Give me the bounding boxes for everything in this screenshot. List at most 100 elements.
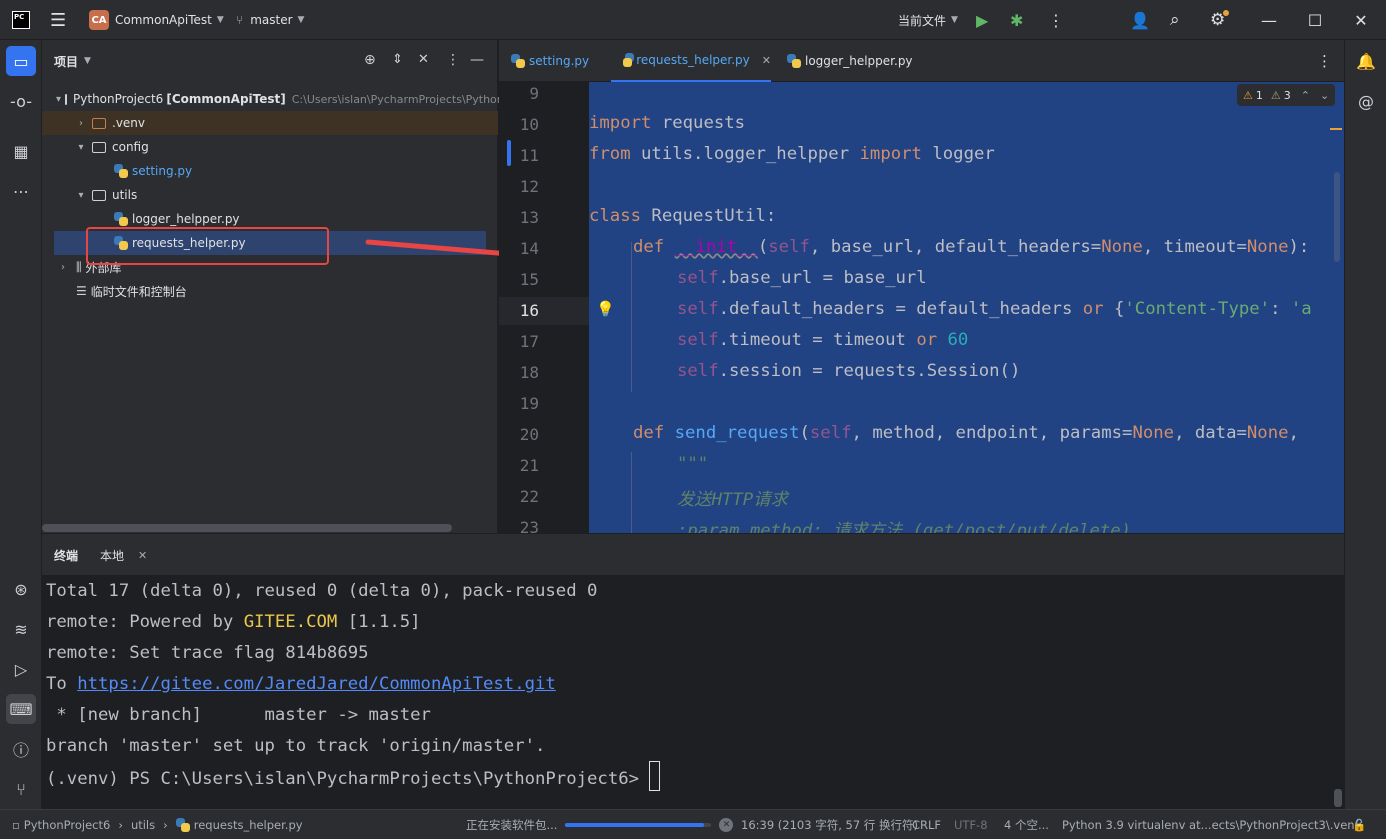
breadcrumb[interactable]: ▫ PythonProject6 › utils › requests_help… (12, 810, 303, 839)
lock-icon[interactable]: 🔓 (1352, 810, 1366, 839)
line-separator[interactable]: CRLF (912, 810, 941, 839)
breadcrumb-file[interactable]: requests_helper.py (194, 818, 303, 832)
tree-item-utils[interactable]: ▾ utils (42, 183, 498, 207)
project-tool-icon[interactable]: ▭ (6, 46, 36, 76)
folder-icon (92, 189, 106, 201)
notifications-bell-icon[interactable]: 🔔 (1351, 46, 1381, 76)
close-window-button[interactable]: ✕ (1338, 0, 1384, 40)
panel-options-icon[interactable]: ⋮ (446, 52, 460, 68)
project-switcher[interactable]: CA CommonApiTest ▼ (89, 0, 224, 40)
cancel-task-icon[interactable]: ✕ (719, 818, 734, 832)
next-highlight-icon[interactable]: ⌄ (1320, 89, 1329, 102)
file-encoding[interactable]: UTF-8 (954, 810, 988, 839)
tree-item-setting-py[interactable]: setting.py (42, 159, 498, 183)
library-icon: ⫼ (76, 259, 82, 274)
terminal-title: 终端 (54, 548, 79, 563)
problems-icon[interactable]: ⓘ (6, 734, 36, 764)
terminal-line: * [new branch] master -> master (46, 705, 431, 725)
weak-warning-count: 3 (1283, 88, 1291, 102)
project-panel-title[interactable]: 项目 ▼ (54, 40, 91, 82)
line-number-current-overlay: 16 (519, 301, 539, 320)
git-remote-link[interactable]: https://gitee.com/JaredJared/CommonApiTe… (77, 674, 556, 694)
tree-item-label: .venv (112, 116, 146, 130)
structure-tool-icon[interactable]: ▦ (6, 136, 36, 166)
python-interpreter[interactable]: Python 3.9 virtualenv at...ects\PythonPr… (1062, 810, 1361, 839)
python-console-icon[interactable]: ⊛ (6, 574, 36, 604)
tree-item-root[interactable]: ▾ PythonProject6 [CommonApiTest] C:\User… (42, 87, 510, 111)
debug-icon[interactable]: ✱ (1010, 0, 1023, 40)
tree-item-label: PythonProject6 (73, 92, 164, 106)
code-editor[interactable]: import requests from utils.logger_helppe… (589, 82, 1344, 533)
collapse-all-icon[interactable]: ✕ (418, 52, 429, 67)
search-icon[interactable]: ⌕ (1170, 0, 1180, 40)
breadcrumb-folder[interactable]: utils (131, 818, 155, 832)
services-icon[interactable]: ▷ (6, 654, 36, 684)
code-line-23: :param method: 请求方法 (get/post/put/delete… (677, 521, 1132, 533)
module-icon: ▫ (12, 818, 20, 832)
app-logo[interactable]: PC (12, 0, 30, 40)
caret-position[interactable]: 16:39 (2103 字符, 57 行 换行符) (741, 810, 918, 839)
inspection-widget[interactable]: ⚠ 1 ⚠ 3 ⌃ ⌄ (1237, 84, 1336, 106)
terminal-prompt[interactable]: (.venv) PS C:\Users\islan\PycharmProject… (46, 761, 661, 791)
settings-gear-icon[interactable]: ⚙ (1210, 0, 1225, 40)
hide-panel-icon[interactable]: — (470, 52, 484, 68)
task-progress-bar (565, 823, 712, 827)
branch-switcher[interactable]: ⑂ master ▼ (236, 0, 304, 40)
more-actions-icon[interactable]: ⋮ (1048, 0, 1064, 40)
tab-options-icon[interactable]: ⋮ (1317, 40, 1332, 82)
close-tab-icon[interactable]: ✕ (138, 549, 147, 562)
tree-item-venv[interactable]: › .venv (42, 111, 498, 135)
tab-setting-py[interactable]: setting.py (511, 40, 589, 82)
warning-stripe-marker[interactable] (1330, 128, 1342, 130)
python-file-icon (511, 54, 525, 68)
tab-terminal-local[interactable]: 本地 ✕ (100, 534, 147, 576)
tab-logger-helpper[interactable]: logger_helpper.py (787, 40, 913, 82)
terminal-line: To https://gitee.com/JaredJared/CommonAp… (46, 674, 556, 694)
terminal-output[interactable]: Total 17 (delta 0), reused 0 (delta 0), … (42, 575, 1344, 809)
line-number: 20 (519, 425, 539, 444)
warning-count: 1 (1255, 88, 1263, 102)
run-config-selector[interactable]: 当前文件 ▼ (898, 0, 958, 40)
title-bar: PC ☰ CA CommonApiTest ▼ ⑂ master ▼ 当前文件 … (0, 0, 1386, 40)
line-number: 14 (519, 239, 539, 258)
tab-label: requests_helper.py (636, 53, 750, 67)
run-icon[interactable]: ▶ (976, 0, 988, 40)
maximize-button[interactable]: ☐ (1292, 0, 1338, 40)
terminal-scrollbar[interactable] (1334, 789, 1342, 807)
git-tool-icon[interactable]: ⑂ (6, 774, 36, 804)
background-task[interactable]: 正在安装软件包... ✕ (466, 810, 734, 839)
expand-all-icon[interactable]: ⇕ (392, 52, 403, 67)
layers-icon[interactable]: ≋ (6, 614, 36, 644)
main-menu-icon[interactable]: ☰ (50, 0, 66, 40)
annotation-highlight-box (86, 227, 329, 265)
line-number: 13 (519, 208, 539, 227)
commit-tool-icon[interactable]: -o- (6, 86, 36, 116)
branch-name: master (250, 13, 293, 27)
previous-highlight-icon[interactable]: ⌃ (1301, 89, 1310, 102)
terminal-tool-icon[interactable]: ⌨ (6, 694, 36, 724)
tree-item-scratches[interactable]: ☰ 临时文件和控制台 (42, 279, 498, 303)
code-line-15: self.base_url = base_url (677, 268, 927, 288)
tree-scrollbar[interactable] (42, 524, 452, 532)
pycharm-logo-icon: PC (12, 11, 30, 29)
python-file-icon (114, 164, 128, 178)
more-tools-icon[interactable]: ⋯ (6, 176, 36, 206)
intention-bulb-icon[interactable]: 💡 (596, 300, 615, 318)
code-line-20: def send_request(self, method, endpoint,… (633, 423, 1299, 443)
add-user-icon[interactable]: 👤 (1130, 0, 1150, 40)
breadcrumb-project[interactable]: PythonProject6 (24, 818, 111, 832)
tree-item-config[interactable]: ▾ config (42, 135, 498, 159)
vcs-change-marker[interactable] (507, 140, 511, 166)
tree-item-module: [CommonApiTest] (166, 92, 286, 106)
tab-requests-helper[interactable]: requests_helper.py ✕ (611, 40, 771, 82)
terminal-cursor (649, 761, 661, 791)
locate-file-icon[interactable]: ⊕ (364, 52, 376, 68)
close-tab-icon[interactable]: ✕ (762, 54, 771, 67)
indent-setting[interactable]: 4 个空... (1004, 810, 1049, 839)
scratches-icon: ☰ (76, 284, 87, 298)
minimize-button[interactable]: — (1246, 0, 1292, 40)
code-line-22: 发送HTTP请求 (677, 490, 788, 510)
python-file-icon (175, 818, 190, 832)
ai-assistant-icon[interactable]: @ (1351, 86, 1381, 116)
editor-scrollbar[interactable] (1334, 172, 1340, 262)
